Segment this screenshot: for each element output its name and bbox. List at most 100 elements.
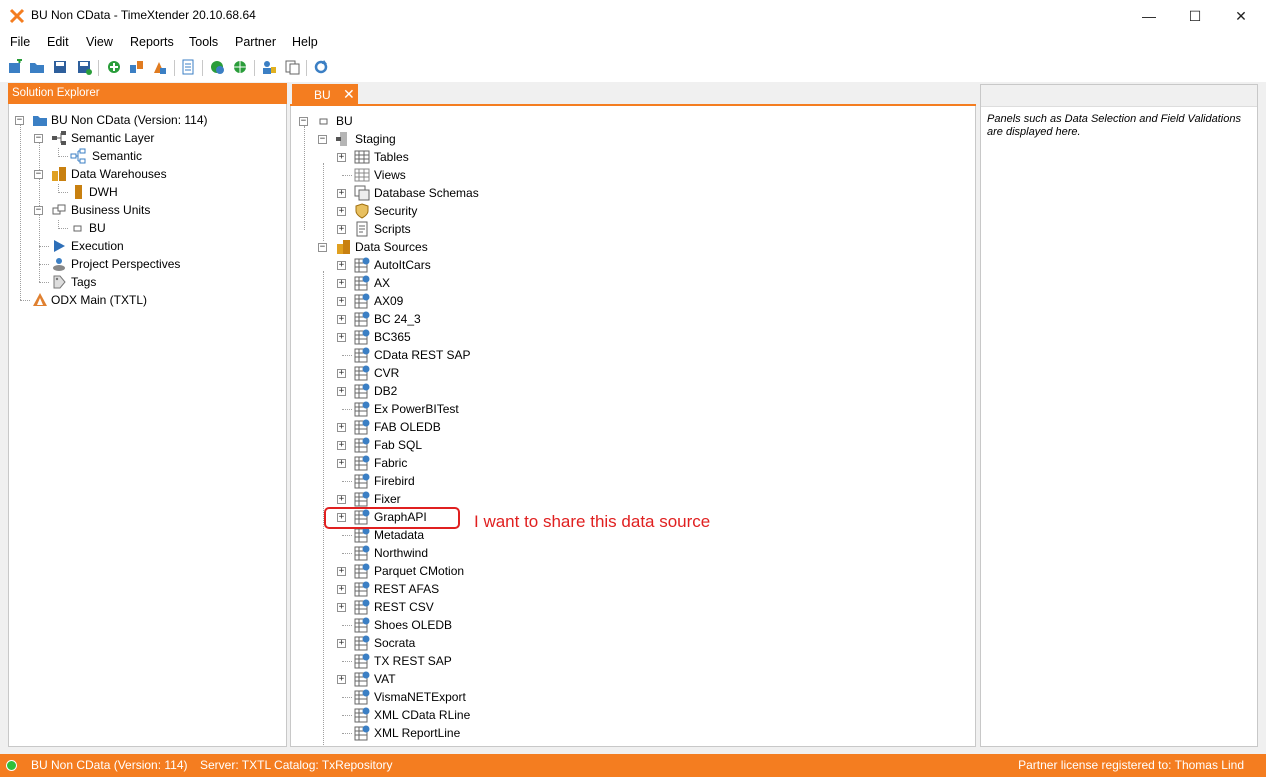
menu-edit[interactable]: Edit bbox=[47, 35, 69, 49]
tree-node-security[interactable]: + Security bbox=[337, 203, 737, 219]
data-source-fabric[interactable]: + Fabric bbox=[337, 455, 737, 471]
data-source-bc365[interactable]: + BC365 bbox=[337, 329, 737, 345]
expand-toggle[interactable]: + bbox=[337, 603, 346, 612]
close-button[interactable]: ✕ bbox=[1218, 0, 1264, 32]
data-source-shoes-oledb[interactable]: Shoes OLEDB bbox=[337, 617, 737, 633]
expand-toggle[interactable]: + bbox=[337, 441, 346, 450]
menu-reports[interactable]: Reports bbox=[130, 35, 174, 49]
data-source-socrata[interactable]: + Socrata bbox=[337, 635, 737, 651]
expand-toggle[interactable]: + bbox=[337, 315, 346, 324]
maximize-button[interactable]: ☐ bbox=[1172, 0, 1218, 32]
expand-toggle[interactable]: + bbox=[337, 189, 346, 198]
data-source-fixer[interactable]: + Fixer bbox=[337, 491, 737, 507]
execute-icon[interactable] bbox=[151, 59, 167, 75]
collapse-toggle[interactable]: − bbox=[34, 206, 43, 215]
tree-node-execution[interactable]: Execution bbox=[34, 238, 274, 254]
data-source-ax[interactable]: + AX bbox=[337, 275, 737, 291]
expand-toggle[interactable]: + bbox=[337, 333, 346, 342]
data-source-ax09[interactable]: + AX09 bbox=[337, 293, 737, 309]
expand-toggle[interactable]: + bbox=[337, 279, 346, 288]
data-source-autoitcars[interactable]: + AutoItCars bbox=[337, 257, 737, 273]
data-source-bc-24-3[interactable]: + BC 24_3 bbox=[337, 311, 737, 327]
tree-node-odx-main[interactable]: ODX Main (TXTL) bbox=[15, 292, 275, 308]
save-icon[interactable] bbox=[52, 59, 68, 75]
data-source-ex-powerbitest[interactable]: Ex PowerBITest bbox=[337, 401, 737, 417]
tree-node-label: DB2 bbox=[374, 384, 398, 398]
expand-toggle[interactable]: + bbox=[337, 369, 346, 378]
expand-toggle[interactable]: + bbox=[337, 225, 346, 234]
data-source-xml-cdata-rline[interactable]: XML CData RLine bbox=[337, 707, 737, 723]
tree-node-project[interactable]: − BU Non CData (Version: 114) bbox=[15, 112, 285, 128]
data-source-cdata-rest-sap[interactable]: CData REST SAP bbox=[337, 347, 737, 363]
copy-icon[interactable] bbox=[284, 59, 300, 75]
collapse-toggle[interactable]: − bbox=[318, 135, 327, 144]
add-icon[interactable] bbox=[106, 59, 122, 75]
expand-toggle[interactable]: + bbox=[337, 639, 346, 648]
deploy-icon[interactable] bbox=[128, 59, 144, 75]
document-icon[interactable] bbox=[180, 59, 196, 75]
collapse-toggle[interactable]: − bbox=[34, 134, 43, 143]
tree-node-tags[interactable]: Tags bbox=[34, 274, 274, 290]
tree-node-data-sources[interactable]: − Data Sources bbox=[318, 239, 718, 255]
collapse-toggle[interactable]: − bbox=[299, 117, 308, 126]
tree-line bbox=[342, 625, 352, 626]
data-source-vat[interactable]: + VAT bbox=[337, 671, 737, 687]
data-source-rest-afas[interactable]: + REST AFAS bbox=[337, 581, 737, 597]
menu-partner[interactable]: Partner bbox=[235, 35, 276, 49]
refresh-icon[interactable] bbox=[313, 59, 329, 75]
users-icon[interactable] bbox=[261, 59, 277, 75]
collapse-toggle[interactable]: − bbox=[15, 116, 24, 125]
globe-icon[interactable] bbox=[232, 59, 248, 75]
tab-bu[interactable]: BU ✕ bbox=[292, 84, 358, 105]
data-source-fab-sql[interactable]: + Fab SQL bbox=[337, 437, 737, 453]
open-icon[interactable] bbox=[29, 59, 45, 75]
expand-toggle[interactable]: + bbox=[337, 675, 346, 684]
collapse-toggle[interactable]: − bbox=[318, 243, 327, 252]
data-source-vismanetexport[interactable]: VismaNETExport bbox=[337, 689, 737, 705]
tree-node-business-units[interactable]: − Business Units bbox=[34, 202, 274, 218]
expand-toggle[interactable]: + bbox=[337, 297, 346, 306]
save-as-icon[interactable] bbox=[76, 59, 92, 75]
tree-node-staging[interactable]: − Staging bbox=[318, 131, 718, 147]
expand-toggle[interactable]: + bbox=[337, 423, 346, 432]
data-source-db2[interactable]: + DB2 bbox=[337, 383, 737, 399]
tree-node-tables[interactable]: + Tables bbox=[337, 149, 737, 165]
data-source-northwind[interactable]: Northwind bbox=[337, 545, 737, 561]
data-source-cvr[interactable]: + CVR bbox=[337, 365, 737, 381]
tree-node-project-perspectives[interactable]: Project Perspectives bbox=[34, 256, 274, 272]
tab-close-icon[interactable]: ✕ bbox=[343, 86, 355, 103]
expand-toggle[interactable]: + bbox=[337, 567, 346, 576]
minimize-button[interactable]: — bbox=[1126, 0, 1172, 32]
expand-toggle[interactable]: + bbox=[337, 207, 346, 216]
sync-icon[interactable] bbox=[209, 59, 225, 75]
data-source-tx-rest-sap[interactable]: TX REST SAP bbox=[337, 653, 737, 669]
expand-toggle[interactable]: + bbox=[337, 153, 346, 162]
menu-tools[interactable]: Tools bbox=[189, 35, 218, 49]
menu-help[interactable]: Help bbox=[292, 35, 318, 49]
toolbar bbox=[0, 54, 1266, 82]
tree-node-database-schemas[interactable]: + Database Schemas bbox=[337, 185, 737, 201]
expand-toggle[interactable]: + bbox=[337, 261, 346, 270]
collapse-toggle[interactable]: − bbox=[34, 170, 43, 179]
data-source-icon bbox=[354, 527, 370, 543]
tree-node-bu[interactable]: BU bbox=[53, 220, 273, 236]
data-source-rest-csv[interactable]: + REST CSV bbox=[337, 599, 737, 615]
tree-node-scripts[interactable]: + Scripts bbox=[337, 221, 737, 237]
data-source-firebird[interactable]: Firebird bbox=[337, 473, 737, 489]
data-source-parquet-cmotion[interactable]: + Parquet CMotion bbox=[337, 563, 737, 579]
expand-toggle[interactable]: + bbox=[337, 495, 346, 504]
data-source-fab-oledb[interactable]: + FAB OLEDB bbox=[337, 419, 737, 435]
new-project-icon[interactable] bbox=[7, 59, 23, 75]
tree-node-views[interactable]: Views bbox=[337, 167, 737, 183]
tree-node-data-warehouses[interactable]: − Data Warehouses bbox=[34, 166, 274, 182]
menu-view[interactable]: View bbox=[86, 35, 113, 49]
expand-toggle[interactable]: + bbox=[337, 387, 346, 396]
tree-node-semantic[interactable]: Semantic bbox=[53, 148, 273, 164]
expand-toggle[interactable]: + bbox=[337, 585, 346, 594]
expand-toggle[interactable]: + bbox=[337, 459, 346, 468]
menu-file[interactable]: File bbox=[10, 35, 30, 49]
data-source-xml-reportline[interactable]: XML ReportLine bbox=[337, 725, 737, 741]
tree-node-bu-root[interactable]: − BU bbox=[299, 113, 699, 129]
tree-node-dwh[interactable]: DWH bbox=[53, 184, 273, 200]
tree-node-semantic-layer[interactable]: − Semantic Layer bbox=[34, 130, 274, 146]
